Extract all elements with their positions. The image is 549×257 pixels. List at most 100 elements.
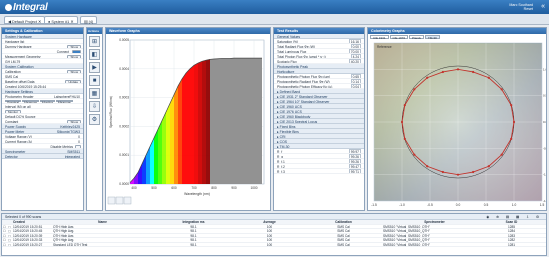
y-tick-label: 0.0005 <box>119 38 129 42</box>
x-tick-label: -1.5 <box>371 203 377 207</box>
table-toolbar: Selected 0 of 990 scans ◉ ⊕ ▤ ▦ ⇩ ⚙ <box>2 214 546 220</box>
collapse-icon[interactable]: « <box>541 3 545 10</box>
measure-spectrum-icon[interactable]: ⊞ <box>89 36 100 47</box>
column-header[interactable]: Calibration <box>304 220 382 224</box>
disable-metrics-label: Disable Metrics <box>50 144 73 149</box>
user-info[interactable]: Marc Southard Reset <box>509 3 533 11</box>
spectrum-fill-segment <box>194 63 198 184</box>
measure-button-2[interactable]: Measure <box>55 99 73 103</box>
spectrum-fill-segment <box>206 59 210 184</box>
export-icon[interactable]: ⇩ <box>89 101 100 112</box>
pan-icon <box>115 196 124 205</box>
tab-label: System #1 <box>51 19 70 24</box>
table-cell: 1282 <box>507 238 516 242</box>
y-tick-label: 0.0003 <box>119 96 129 100</box>
tab-cie1931[interactable]: CIE 1931 <box>370 35 389 40</box>
measure-button[interactable]: Measure <box>22 99 39 103</box>
table-cell: 100 <box>266 242 273 247</box>
table-cell: 12/04/2019 15:20:33 <box>13 238 43 242</box>
x-tick-label: -1.0 <box>399 203 405 207</box>
table-cell: QTH High Avg. <box>53 224 75 229</box>
table-toolbar-icons[interactable]: ◉ ⊕ ▤ ▦ ⇩ ⚙ <box>486 215 542 219</box>
tab-extra[interactable]: ▤ (4) <box>80 16 98 24</box>
result-label: R_f,3 <box>277 169 285 174</box>
table-cell: SMS510 "Virtual_SMS510_QTH" <box>383 242 430 247</box>
geometry-value[interactable]: GH LM-79 <box>2 59 83 64</box>
connect-toggle[interactable] <box>72 49 81 53</box>
y-tick-label: 0.5 <box>543 94 546 98</box>
dc-show-button[interactable]: Show <box>67 119 81 123</box>
data-point <box>472 170 475 174</box>
x-tick-label: 1.0 <box>512 203 517 207</box>
table-row[interactable]: ☐ ▢ 12/04/2019 15:20:27 Standard LED QTH Te… <box>2 242 546 247</box>
monitor-button[interactable]: Monitor <box>39 99 55 103</box>
table-cell: 1283 <box>507 233 516 238</box>
tab-cie1976[interactable]: CIE 1976 <box>389 35 409 40</box>
table-cell: SMS510 "Virtual_SMS510_QTH" <box>383 238 430 242</box>
settings-icon[interactable]: ⚙ <box>89 114 100 125</box>
spectrum-fill-segment <box>218 58 222 184</box>
user-reset-link[interactable]: Reset <box>509 7 533 11</box>
spectrum-fill-segment <box>254 58 258 184</box>
run-scan-icon[interactable]: ▶ <box>89 62 100 73</box>
x-tick-label: 800 <box>211 186 217 190</box>
baseline-update-button[interactable]: Update <box>65 79 81 83</box>
spectral-button[interactable]: Spectral <box>5 99 22 103</box>
data-point <box>487 165 490 168</box>
table-cell: 100 <box>266 233 273 238</box>
table-cell: SMS510 "Virtual_SMS510_QTH" <box>383 233 430 238</box>
column-header[interactable]: Name <box>52 220 152 224</box>
result-value: 40.20 <box>348 59 361 64</box>
interval-monitor-button[interactable]: Monitor <box>5 109 22 113</box>
column-header[interactable]: Average <box>234 220 304 224</box>
y-tick-label: 0.0002 <box>119 124 129 128</box>
spectrum-chart[interactable]: 0.0005 0.0004 0.0003 0.0002 0.0001 0.0000400 5… <box>106 34 270 210</box>
data-point <box>500 153 503 156</box>
disable-metrics-row[interactable]: Disable Metrics <box>2 144 83 149</box>
logo-badge-icon <box>5 4 12 11</box>
table-cell: 1281 <box>507 242 516 247</box>
table-cell: 98.1 <box>190 242 197 247</box>
colorimetry-chart[interactable]: -1.5 -1.0 -0.5 0.0 0.5 1.0 1.5 1.0 0.5 0.0 -0.5 -1.… <box>368 41 546 210</box>
data-point <box>456 68 460 71</box>
spectrum-fill-segment <box>210 59 214 185</box>
chart-icon[interactable]: ▦ <box>89 88 100 99</box>
tab-planck[interactable]: Planck <box>409 35 425 40</box>
stop-icon[interactable]: ■ <box>89 75 100 86</box>
table-cell: 100 <box>266 224 273 229</box>
reset-icon <box>123 196 132 205</box>
geometry-show-button[interactable]: Show <box>67 54 81 58</box>
x-tick-label: 0.5 <box>484 203 489 207</box>
spectrum-fill-segment <box>166 103 170 184</box>
dc-value: Constant <box>5 119 19 124</box>
hardware-show-button[interactable]: Show <box>67 44 81 48</box>
table-cell: 98.1 <box>190 238 197 242</box>
table-cell: SMS Cal <box>337 238 350 242</box>
tab-system[interactable]: ● System #1 ✕ <box>44 16 78 24</box>
disable-metrics-checkbox[interactable] <box>75 144 81 148</box>
calibration-show-button[interactable]: Show <box>67 69 81 73</box>
result-row: R_f,3 99.71 <box>274 169 364 174</box>
x-tick-label: 900 <box>231 186 237 190</box>
column-header[interactable]: Spectrometer <box>382 220 486 224</box>
tab-project[interactable]: ◀ Default Project ✕ <box>4 16 46 24</box>
table-cell: 12/04/2019 15:20:51 <box>13 224 43 229</box>
column-header[interactable]: Created <box>12 220 52 224</box>
actions-title: Actions <box>87 28 102 34</box>
column-header[interactable]: Scan ID <box>486 220 536 224</box>
column-header[interactable]: Integration ms <box>152 220 234 224</box>
tab-tm30[interactable]: TM-30 <box>425 35 440 40</box>
section-detector[interactable]: Detector Integrated <box>2 154 83 159</box>
y-tick-label: -1.5 <box>543 199 546 203</box>
data-point <box>413 88 416 91</box>
table-cell: 98.1 <box>190 224 197 229</box>
table-cell: SMS510 "Virtual_SMS510_QTH" <box>383 229 430 233</box>
table-cell: QTH High Avg. <box>53 233 75 238</box>
y-tick-label: 0.0004 <box>119 67 129 71</box>
x-tick-label: 0.0 <box>456 203 461 207</box>
table-cell: 12/04/2019 15:20:39 <box>13 233 43 238</box>
table-cell: SMS Cal <box>337 233 350 238</box>
data-point <box>441 170 444 174</box>
dc-row[interactable]: Constant Show <box>2 119 83 124</box>
dark-scan-icon[interactable]: ◧ <box>89 49 100 60</box>
